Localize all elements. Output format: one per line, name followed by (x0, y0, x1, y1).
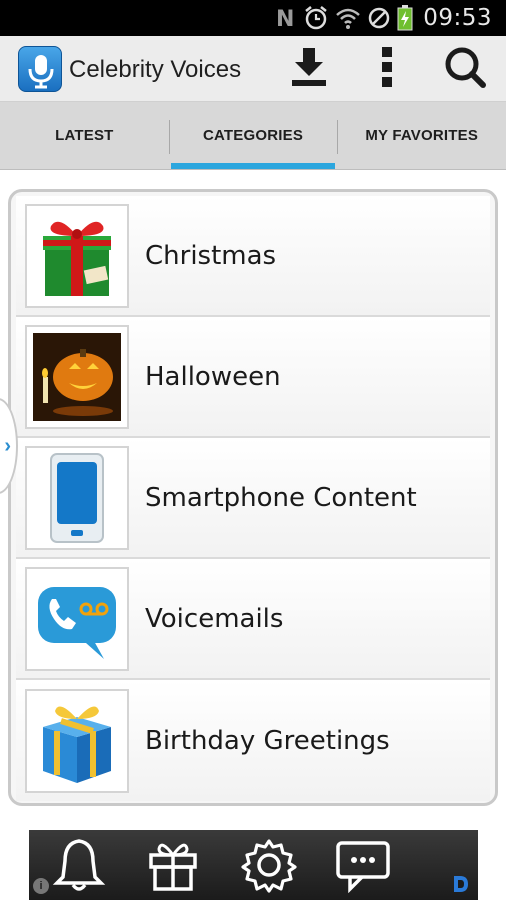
battery-charging-icon (397, 5, 413, 31)
status-bar: N 09:53 (0, 0, 506, 36)
category-label: Birthday Greetings (145, 725, 390, 756)
alarm-icon (303, 5, 329, 31)
voicemail-icon (25, 566, 129, 671)
ad-info-icon[interactable]: i (33, 878, 49, 894)
category-label: Voicemails (145, 603, 284, 634)
smartphone-icon (25, 445, 129, 550)
ad-banner[interactable]: i (29, 830, 478, 900)
search-icon (443, 45, 487, 94)
status-icons: N 09:53 (275, 0, 492, 36)
download-button[interactable] (284, 44, 334, 94)
overflow-menu-button[interactable] (362, 44, 412, 94)
pumpkin-icon (25, 324, 129, 429)
app-title: Celebrity Voices (69, 56, 242, 83)
svg-text:N: N (276, 7, 294, 31)
tab-categories[interactable]: CATEGORIES (168, 102, 338, 169)
settings-gear-icon[interactable] (239, 836, 299, 894)
tab-latest[interactable]: LATEST (0, 102, 169, 169)
bell-icon[interactable] (49, 836, 109, 894)
overflow-menu-icon (380, 45, 394, 94)
birthday-gift-icon (25, 688, 129, 793)
category-row-voicemails[interactable]: Voicemails (16, 559, 490, 680)
gift-icon[interactable] (143, 836, 203, 894)
category-row-halloween[interactable]: Halloween (16, 317, 490, 438)
tab-bar: LATEST CATEGORIES MY FAVORITES (0, 102, 506, 170)
download-icon (289, 46, 329, 93)
action-bar: Celebrity Voices (0, 36, 506, 102)
microphone-icon[interactable] (18, 46, 62, 92)
category-row-smartphone-content[interactable]: Smartphone Content (16, 438, 490, 559)
category-row-christmas[interactable]: Christmas (16, 196, 490, 317)
category-label: Christmas (145, 240, 277, 271)
chat-bubble-icon[interactable] (333, 836, 393, 894)
nfc-icon: N (275, 5, 297, 31)
category-row-birthday-greetings[interactable]: Birthday Greetings (16, 680, 490, 801)
wifi-icon (335, 5, 361, 31)
no-signal-icon (367, 6, 391, 30)
category-label: Halloween (145, 361, 281, 392)
status-clock: 09:53 (423, 5, 492, 31)
category-list: Christmas Halloween Smartphone Content V… (8, 189, 498, 806)
search-button[interactable] (440, 44, 490, 94)
chevron-right-icon: › (4, 434, 11, 457)
category-label: Smartphone Content (145, 482, 417, 513)
tab-my-favorites[interactable]: MY FAVORITES (337, 102, 506, 169)
ad-network-logo-icon (452, 874, 470, 894)
christmas-gift-icon (25, 203, 129, 308)
